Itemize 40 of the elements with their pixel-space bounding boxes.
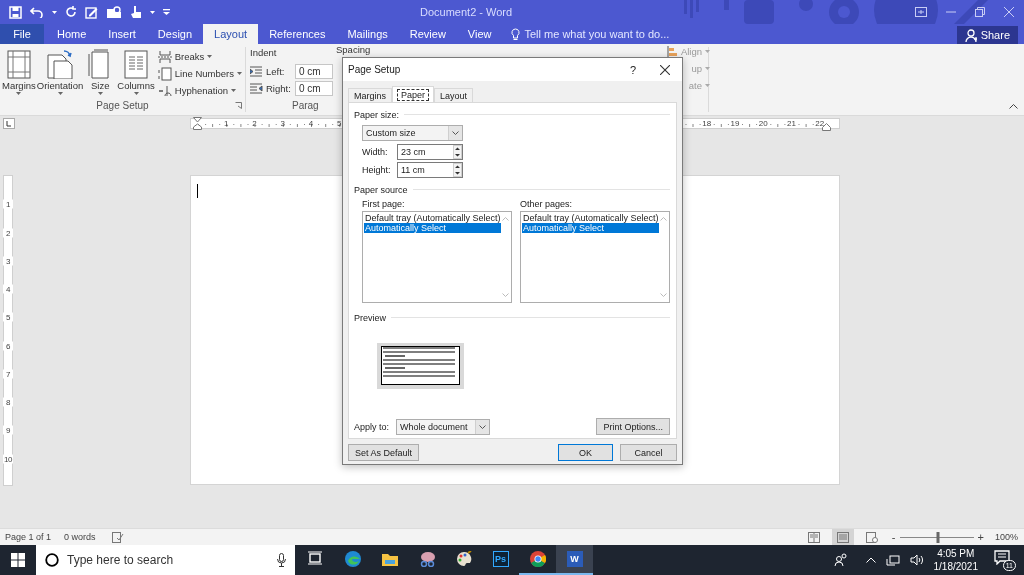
field-label: Other pages: [520,199,574,209]
ruler-number: 5 [337,119,342,128]
section-heading: Indent [250,47,278,60]
ruler-number: 7 [3,369,13,379]
group-label: Page Setup [96,100,149,111]
ruler-number: 22 [815,119,825,128]
dialog-title: Page Setup [348,64,401,75]
section-heading: Paper size: [354,109,400,120]
ruler-number: 10 [3,454,13,464]
field-label: Width: [362,146,389,157]
ruler-number: 9 [3,425,13,435]
ruler-number: 1 [3,199,13,209]
field-label: Left: [266,66,286,77]
field-label: Right: [266,83,292,94]
ruler-number: 20 [758,119,768,128]
app-tile: W [566,551,583,567]
ruler-number: 1 [224,119,229,128]
field-label: First page: [362,199,406,209]
field-label: Height: [362,164,392,175]
clock-date: 1/18/2021 [933,560,978,573]
ruler-number: 19 [730,119,740,128]
window-title: Document2 - Word [420,6,513,18]
ruler-number: 18 [702,119,712,128]
clock-time: 4:05 PM [937,547,975,560]
app-tile: Ps [492,551,509,567]
ruler-number: 4 [3,284,13,294]
ruler-number: 21 [787,119,796,128]
ruler-number: 3 [3,256,13,266]
ruler-number: 2 [3,228,13,237]
section-heading: Preview [354,312,386,323]
group-label: Parag [292,100,319,111]
ruler-number: 3 [280,119,285,128]
field-label: Apply to: [354,421,391,432]
ruler-number: 6 [3,341,13,351]
section-heading: Paper source [354,184,408,195]
section-heading: Spacing [336,44,371,56]
ruler-number: 8 [3,397,13,407]
ruler-number: 4 [308,119,314,128]
ruler-number: 5 [3,312,13,322]
ruler-number: 2 [252,119,257,128]
